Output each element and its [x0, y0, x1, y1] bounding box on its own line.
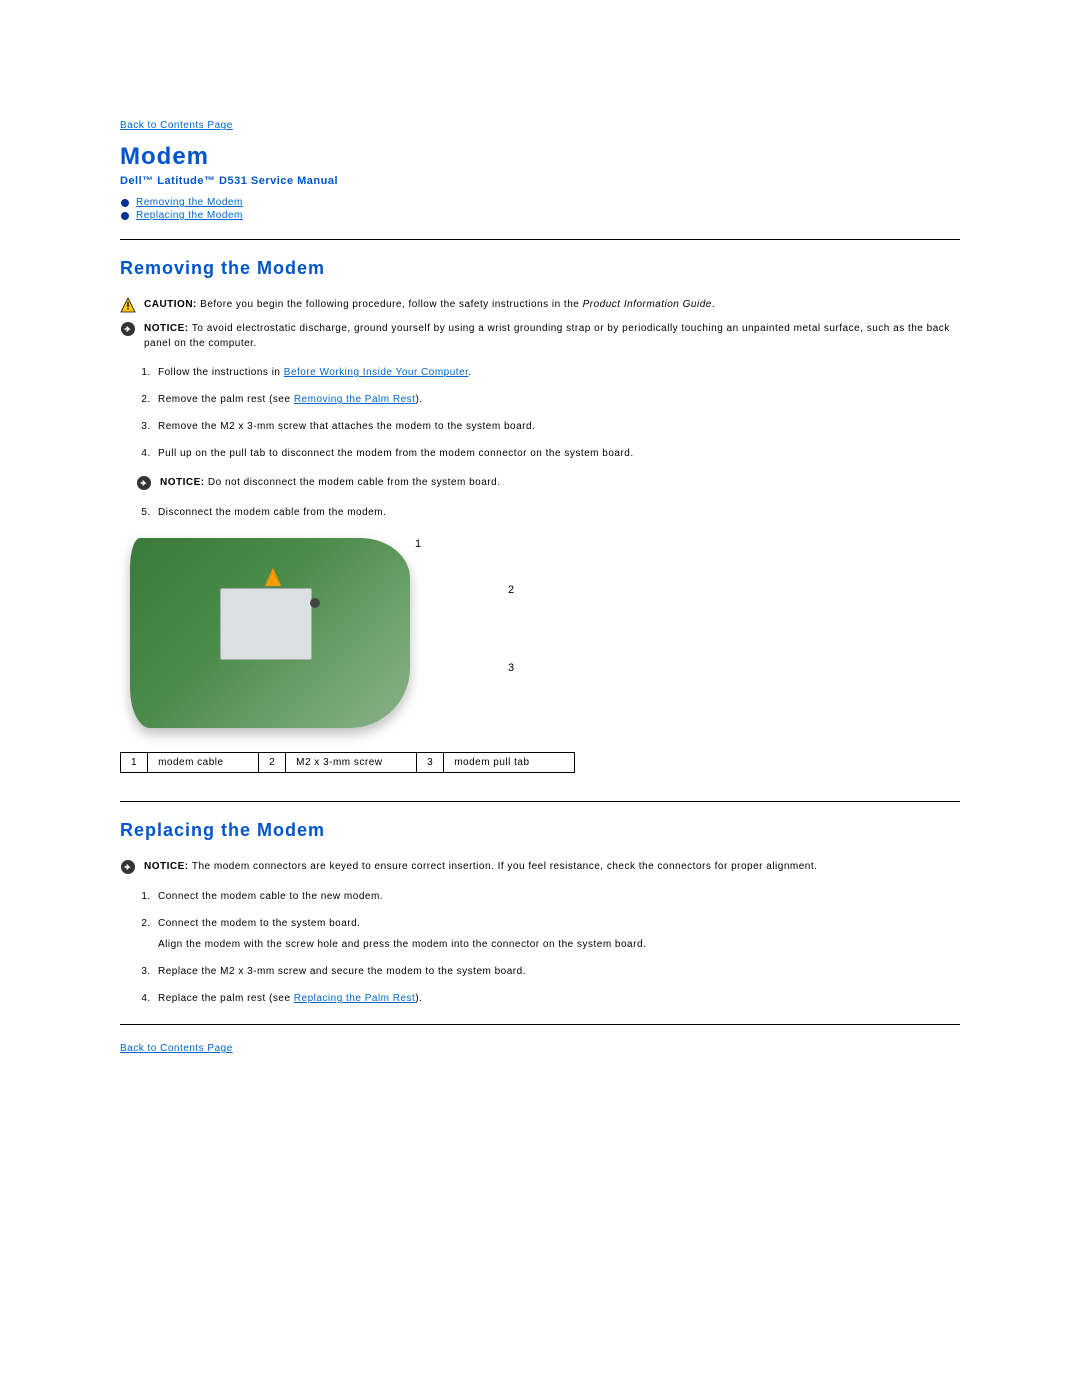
replacing-steps: Connect the modem cable to the new modem… [136, 889, 960, 1006]
replacing-step-2: Connect the modem to the system board. A… [154, 916, 960, 952]
notice-esd-body: To avoid electrostatic discharge, ground… [144, 323, 950, 349]
back-to-contents-bottom[interactable]: Back to Contents Page [120, 1043, 233, 1054]
notice-keyed-row: NOTICE: The modem connectors are keyed t… [120, 859, 960, 875]
caution-body-guide: Product Information Guide [583, 299, 712, 310]
caution-text: CAUTION: Before you begin the following … [144, 297, 960, 312]
page-title: Modem [120, 143, 960, 171]
caution-body-c: . [712, 299, 715, 310]
board-illustration [130, 538, 410, 728]
notice-keyed-text: NOTICE: The modem connectors are keyed t… [144, 859, 960, 874]
replacing-step-3: Replace the M2 x 3-mm screw and secure t… [154, 964, 960, 979]
notice-cable-body: Do not disconnect the modem cable from t… [208, 477, 501, 488]
caution-body-a: Before you begin the following procedure… [200, 299, 582, 310]
callout-3: 3 [508, 662, 515, 674]
toc-link-removing[interactable]: Removing the Modem [136, 197, 243, 208]
notice-label: NOTICE: [144, 861, 192, 872]
toc-item-removing: Removing the Modem [120, 197, 960, 208]
removing-step-1: Follow the instructions in Before Workin… [154, 365, 960, 380]
notice-esd-row: NOTICE: To avoid electrostatic discharge… [120, 321, 960, 351]
step-text: Connect the modem to the system board. [158, 918, 360, 929]
notice-icon [120, 321, 136, 337]
cell-text-2: M2 x 3-mm screw [286, 753, 417, 773]
toc: Removing the Modem Replacing the Modem [120, 197, 960, 221]
notice-label: NOTICE: [160, 477, 208, 488]
callout-1: 1 [415, 538, 422, 550]
replacing-step-4: Replace the palm rest (see Replacing the… [154, 991, 960, 1006]
section-replacing-title: Replacing the Modem [120, 820, 960, 841]
modem-diagram: 1 2 3 1 modem cable 2 M2 x 3-mm screw 3 … [120, 538, 960, 773]
toc-item-replacing: Replacing the Modem [120, 210, 960, 221]
section-removing-title: Removing the Modem [120, 258, 960, 279]
removing-step-4: Pull up on the pull tab to disconnect th… [154, 446, 960, 461]
notice-esd-text: NOTICE: To avoid electrostatic discharge… [144, 321, 960, 351]
table-row: 1 modem cable 2 M2 x 3-mm screw 3 modem … [121, 753, 575, 773]
notice-icon [136, 475, 152, 491]
step-text-b: . [468, 367, 471, 378]
callout-2: 2 [508, 584, 515, 596]
caution-row: CAUTION: Before you begin the following … [120, 297, 960, 313]
step-text-b: ). [415, 993, 422, 1004]
page: Back to Contents Page Modem Dell™ Latitu… [0, 0, 1080, 1234]
divider [120, 239, 960, 240]
cell-num-2: 2 [259, 753, 286, 773]
step-text: Remove the palm rest (see [158, 394, 294, 405]
bullet-icon [120, 211, 130, 221]
divider [120, 1024, 960, 1025]
cell-num-3: 3 [417, 753, 444, 773]
back-to-contents-top[interactable]: Back to Contents Page [120, 120, 233, 131]
removing-steps-2: Disconnect the modem cable from the mode… [136, 505, 960, 520]
cell-text-3: modem pull tab [444, 753, 575, 773]
notice-cable-text: NOTICE: Do not disconnect the modem cabl… [160, 475, 960, 490]
removing-step-3: Remove the M2 x 3-mm screw that attaches… [154, 419, 960, 434]
replacing-step-2-sub: Align the modem with the screw hole and … [158, 937, 960, 952]
bullet-icon [120, 198, 130, 208]
notice-label: NOTICE: [144, 323, 192, 334]
removing-step-2: Remove the palm rest (see Removing the P… [154, 392, 960, 407]
parts-table: 1 modem cable 2 M2 x 3-mm screw 3 modem … [120, 752, 575, 773]
removing-step-5: Disconnect the modem cable from the mode… [154, 505, 960, 520]
link-replacing-palm-rest[interactable]: Replacing the Palm Rest [294, 993, 416, 1004]
notice-cable-row: NOTICE: Do not disconnect the modem cabl… [136, 475, 960, 491]
page-subtitle: Dell™ Latitude™ D531 Service Manual [120, 175, 960, 187]
notice-keyed-body: The modem connectors are keyed to ensure… [192, 861, 818, 872]
removing-steps-1: Follow the instructions in Before Workin… [136, 365, 960, 461]
replacing-step-1: Connect the modem cable to the new modem… [154, 889, 960, 904]
divider [120, 801, 960, 802]
cell-text-1: modem cable [148, 753, 259, 773]
caution-icon [120, 297, 136, 313]
link-removing-palm-rest[interactable]: Removing the Palm Rest [294, 394, 416, 405]
toc-link-replacing[interactable]: Replacing the Modem [136, 210, 243, 221]
step-text-b: ). [415, 394, 422, 405]
link-before-working[interactable]: Before Working Inside Your Computer [284, 367, 469, 378]
step-text: Follow the instructions in [158, 367, 284, 378]
cell-num-1: 1 [121, 753, 148, 773]
step-text: Replace the palm rest (see [158, 993, 294, 1004]
notice-icon [120, 859, 136, 875]
caution-label: CAUTION: [144, 299, 200, 310]
